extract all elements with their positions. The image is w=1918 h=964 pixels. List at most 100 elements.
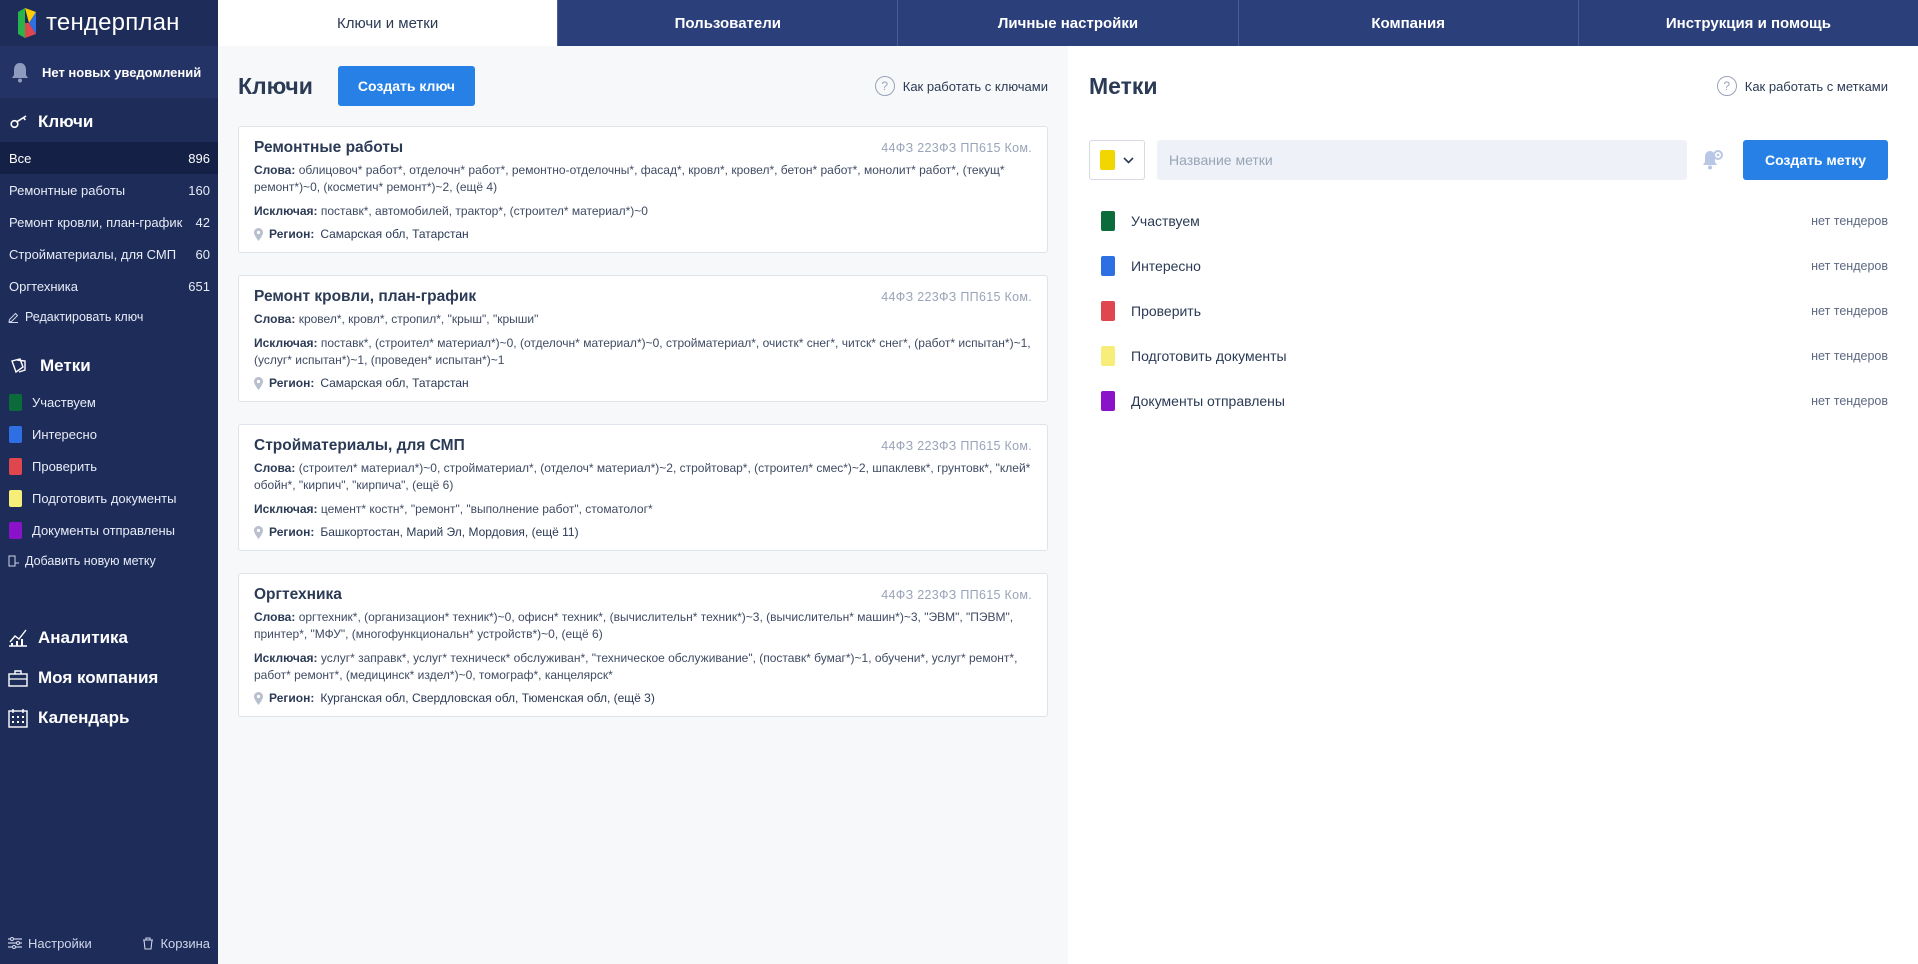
tab-users[interactable]: Пользователи xyxy=(558,0,899,46)
keys-heading[interactable]: Ключи xyxy=(0,102,218,142)
key-card[interactable]: Ремонтные работы 44ФЗ 223ФЗ ПП615 Ком. С… xyxy=(238,126,1048,253)
words-label: Слова: xyxy=(254,610,296,624)
sidebar-tag-item[interactable]: Участвуем xyxy=(0,386,218,418)
sidebar-key-label: Ремонтные работы xyxy=(9,182,126,198)
tag-color-swatch xyxy=(9,521,22,539)
tag-color-swatch xyxy=(9,489,22,507)
key-card-words: Слова: оргтехник*, (организацион* техник… xyxy=(254,609,1032,643)
help-icon: ? xyxy=(1716,76,1737,96)
selected-color-swatch xyxy=(1100,150,1115,170)
sidebar-tag-label: Подготовить документы xyxy=(32,490,177,506)
keys-header: Ключи Создать ключ ? Как работать с ключ… xyxy=(238,46,1048,126)
keys-help-label: Как работать с ключами xyxy=(902,78,1048,94)
tab-keys-and-tags[interactable]: Ключи и метки xyxy=(218,0,559,46)
sidebar-key-label: Все xyxy=(9,150,32,166)
key-card[interactable]: Оргтехника 44ФЗ 223ФЗ ПП615 Ком. Слова: … xyxy=(238,573,1048,717)
pencil-icon xyxy=(8,312,19,323)
sliders-icon xyxy=(8,937,22,949)
tag-row[interactable]: Подготовить документы нет тендеров xyxy=(1089,333,1888,378)
sidebar-key-orgtech[interactable]: Оргтехника 651 xyxy=(0,270,218,302)
tag-tender-count: нет тендеров xyxy=(1811,393,1888,408)
key-card-region: Регион: Самарская обл, Татарстан xyxy=(254,376,1032,390)
sidebar-tag-item[interactable]: Подготовить документы xyxy=(0,482,218,514)
nav-my-company[interactable]: Моя компания xyxy=(0,658,218,698)
key-card-region: Регион: Курганская обл, Свердловская обл… xyxy=(254,691,1032,705)
key-card[interactable]: Стройматериалы, для СМП 44ФЗ 223ФЗ ПП615… xyxy=(238,424,1048,551)
sidebar-key-count: 651 xyxy=(188,278,210,294)
sidebar-tag-item[interactable]: Проверить xyxy=(0,450,218,482)
key-card-title: Ремонт кровли, план-график xyxy=(254,288,477,305)
location-pin-icon xyxy=(254,376,263,390)
nav-analytics[interactable]: Аналитика xyxy=(0,618,218,658)
trash-label: Корзина xyxy=(160,935,210,951)
words-value: (строител* материал*)~0, стройматериал*,… xyxy=(254,461,1031,492)
tags-title: Метки xyxy=(1089,72,1158,99)
key-card[interactable]: Ремонт кровли, план-график 44ФЗ 223ФЗ ПП… xyxy=(238,275,1048,402)
words-label: Слова: xyxy=(254,461,296,475)
exclude-label: Исключая: xyxy=(254,502,318,516)
tag-color-picker[interactable] xyxy=(1089,140,1145,180)
sidebar-key-krovlya[interactable]: Ремонт кровли, план-график 42 xyxy=(0,206,218,238)
edit-key-link[interactable]: Редактировать ключ xyxy=(0,302,218,332)
words-value: оргтехник*, (организацион* техник*)~0, о… xyxy=(254,610,1014,641)
words-value: облицовоч* работ*, отделочн* работ*, рем… xyxy=(254,163,1005,194)
tag-color-swatch xyxy=(1101,255,1115,276)
tag-color-swatch xyxy=(1101,300,1115,321)
logo[interactable]: тендерплан xyxy=(0,0,218,46)
sidebar-tag-item[interactable]: Интересно xyxy=(0,418,218,450)
tab-personal-settings[interactable]: Личные настройки xyxy=(898,0,1239,46)
sidebar-key-count: 160 xyxy=(188,182,210,198)
add-tag-link[interactable]: Добавить новую метку xyxy=(0,546,218,576)
key-card-exclude: Исключая: услуг* заправк*, услуг* технич… xyxy=(254,650,1032,684)
create-key-button[interactable]: Создать ключ xyxy=(337,66,476,106)
key-card-laws: 44ФЗ 223ФЗ ПП615 Ком. xyxy=(881,439,1032,453)
nav-analytics-label: Аналитика xyxy=(38,628,128,647)
key-card-laws: 44ФЗ 223ФЗ ПП615 Ком. xyxy=(881,588,1032,602)
tag-color-swatch xyxy=(9,457,22,475)
nav-calendar[interactable]: Календарь xyxy=(0,698,218,738)
nav-calendar-label: Календарь xyxy=(38,708,130,727)
tag-name: Документы отправлены xyxy=(1131,392,1285,409)
keys-help-link[interactable]: ? Как работать с ключами xyxy=(874,76,1048,96)
settings-label: Настройки xyxy=(28,935,92,951)
tag-row[interactable]: Проверить нет тендеров xyxy=(1089,288,1888,333)
tags-icon xyxy=(11,358,26,374)
sidebar-key-label: Стройматериалы, для СМП xyxy=(9,246,177,262)
tag-row[interactable]: Интересно нет тендеров xyxy=(1089,243,1888,288)
tag-row[interactable]: Участвуем нет тендеров xyxy=(1089,198,1888,243)
sidebar-key-count: 42 xyxy=(195,214,210,230)
tab-help[interactable]: Инструкция и помощь xyxy=(1579,0,1918,46)
trash-link[interactable]: Корзина xyxy=(142,936,210,951)
words-label: Слова: xyxy=(254,163,296,177)
sidebar-key-label: Оргтехника xyxy=(9,278,78,294)
tag-tender-count: нет тендеров xyxy=(1811,303,1888,318)
tag-name-input[interactable] xyxy=(1157,140,1687,180)
exclude-label: Исключая: xyxy=(254,336,318,350)
keys-title: Ключи xyxy=(238,72,313,99)
tag-row[interactable]: Документы отправлены нет тендеров xyxy=(1089,378,1888,423)
sidebar-key-remont[interactable]: Ремонтные работы 160 xyxy=(0,174,218,206)
words-label: Слова: xyxy=(254,312,296,326)
location-pin-icon xyxy=(254,227,263,241)
sidebar-tag-label: Участвуем xyxy=(32,394,96,410)
exclude-value: цемент* костн*, "ремонт", "выполнение ра… xyxy=(320,502,653,516)
tag-color-swatch xyxy=(9,425,22,443)
key-card-region: Регион: Башкортостан, Марий Эл, Мордовия… xyxy=(254,525,1032,539)
region-label: Регион: xyxy=(269,525,315,539)
sidebar-tag-item[interactable]: Документы отправлены xyxy=(0,514,218,546)
create-tag-button[interactable]: Создать метку xyxy=(1743,140,1888,180)
sidebar-key-all[interactable]: Все 896 xyxy=(0,142,218,174)
region-label: Регион: xyxy=(269,691,315,705)
sidebar-key-stroymat[interactable]: Стройматериалы, для СМП 60 xyxy=(0,238,218,270)
tag-color-swatch xyxy=(9,393,22,411)
sidebar-tag-label: Документы отправлены xyxy=(32,522,175,538)
region-label: Регион: xyxy=(269,227,315,241)
tags-heading[interactable]: Метки xyxy=(0,346,218,386)
tags-help-link[interactable]: ? Как работать с метками xyxy=(1716,76,1888,96)
tab-company[interactable]: Компания xyxy=(1239,0,1579,46)
settings-link[interactable]: Настройки xyxy=(8,936,92,951)
tag-notification-settings[interactable] xyxy=(1697,145,1727,175)
notifications-bar[interactable]: Нет новых уведомлений xyxy=(0,46,218,98)
tags-header: Метки ? Как работать с метками xyxy=(1089,46,1888,126)
key-card-laws: 44ФЗ 223ФЗ ПП615 Ком. xyxy=(881,141,1032,155)
